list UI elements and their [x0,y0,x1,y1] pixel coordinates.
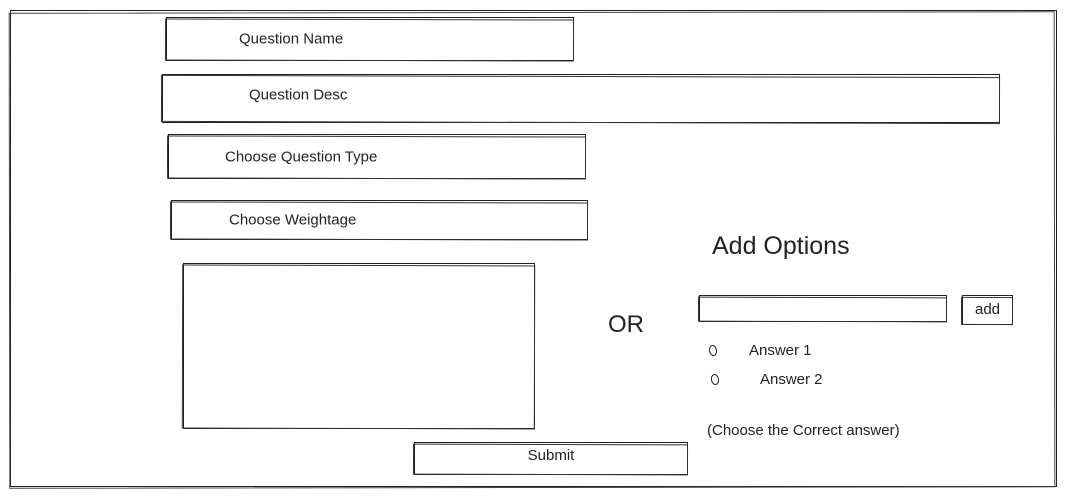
correct-answer-hint: (Choose the Correct answer) [707,422,900,439]
answer-option-2-label: Answer 2 [760,371,823,388]
answer-option-1-label: Answer 1 [749,342,812,359]
question-type-select[interactable]: Choose Question Type [168,134,586,179]
question-name-label: Question Name [239,30,344,48]
submit-button[interactable]: Submit [414,442,688,475]
add-options-title: Add Options [712,232,850,260]
question-desc-field[interactable]: Question Desc [162,74,1000,123]
or-separator: OR [608,311,644,338]
answer-textarea[interactable] [183,263,535,429]
question-desc-label: Question Desc [249,86,348,104]
option-input[interactable] [699,295,947,322]
add-option-button[interactable]: add [962,295,1013,325]
weightage-select[interactable]: Choose Weightage [171,200,588,240]
submit-button-label: Submit [527,447,575,464]
weightage-label: Choose Weightage [229,211,357,229]
question-type-label: Choose Question Type [225,148,378,165]
question-name-field[interactable]: Question Name [166,17,574,61]
add-option-button-label: add [974,301,1001,318]
